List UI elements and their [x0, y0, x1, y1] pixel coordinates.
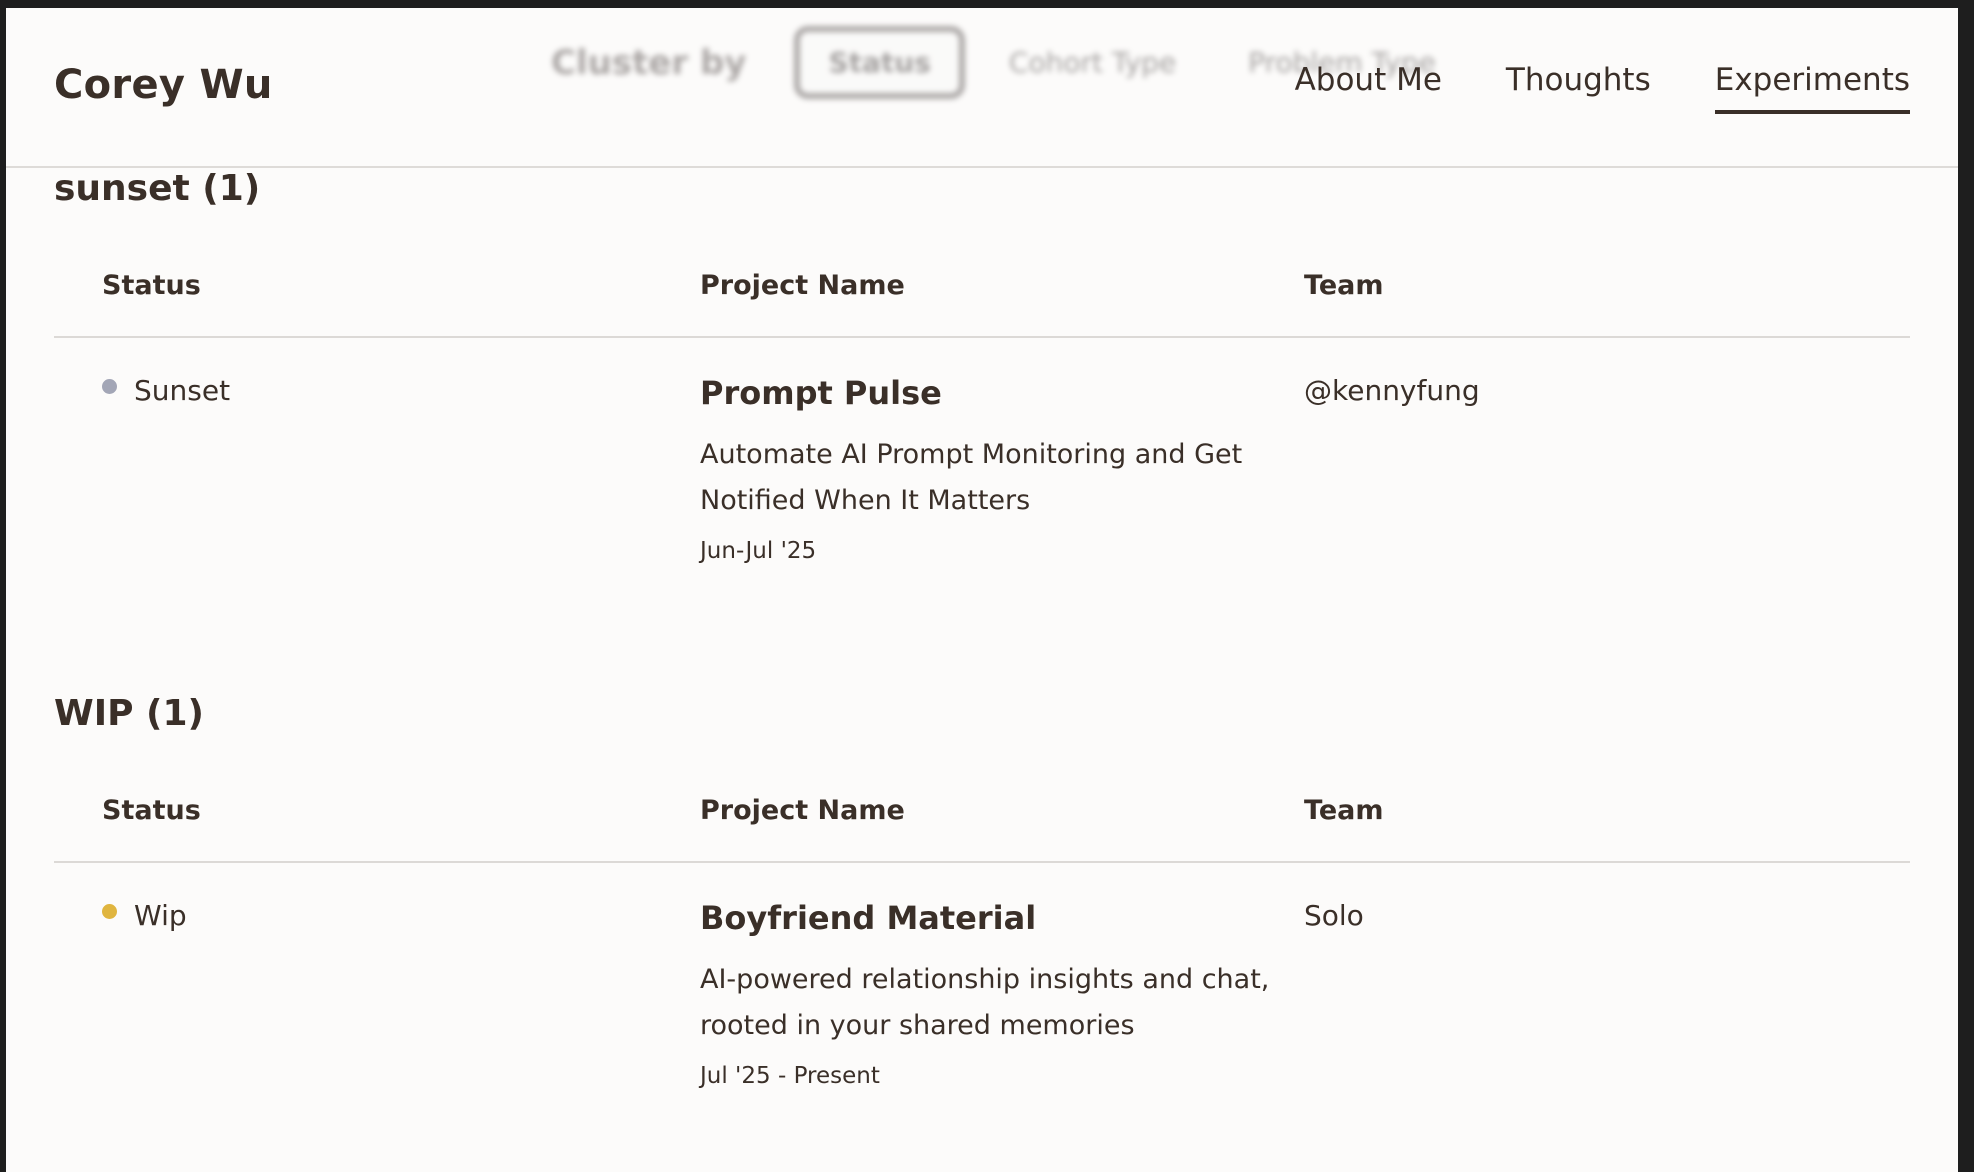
- group-title-sunset: sunset (1): [54, 168, 261, 209]
- project-description: Automate AI Prompt Monitoring and Get No…: [700, 439, 1243, 516]
- status-label: Sunset: [134, 374, 231, 407]
- nav-thoughts[interactable]: Thoughts: [1506, 62, 1651, 114]
- status-label: Wip: [134, 899, 187, 932]
- site-brand[interactable]: Corey Wu: [54, 62, 273, 108]
- cluster-option-cohort-type[interactable]: Cohort Type: [1009, 46, 1176, 79]
- header-status: Status: [102, 795, 201, 826]
- project-title[interactable]: Prompt Pulse: [700, 374, 1290, 412]
- group-title-wip: WIP (1): [54, 693, 204, 734]
- status-cell: Sunset: [102, 374, 230, 407]
- header-team: Team: [1304, 795, 1384, 826]
- status-cell: Wip: [102, 899, 187, 932]
- page-frame: Corey Wu Cluster by Status Cohort Type P…: [6, 8, 1958, 1172]
- project-description: AI-powered relationship insights and cha…: [700, 964, 1270, 1041]
- status-dot-icon: [102, 379, 117, 394]
- header-project-name: Project Name: [700, 270, 905, 301]
- projects-table-wip: Status Project Name Team Wip Boyfriend M…: [54, 755, 1910, 1123]
- project-cell: Prompt Pulse Automate AI Prompt Monitori…: [700, 374, 1290, 564]
- project-date: Jun-Jul '25: [700, 538, 817, 564]
- header-status: Status: [102, 270, 201, 301]
- table-row[interactable]: Sunset Prompt Pulse Automate AI Prompt M…: [54, 338, 1910, 598]
- table-header: Status Project Name Team: [54, 755, 1910, 863]
- project-date: Jul '25 - Present: [700, 1063, 880, 1089]
- header-project-name: Project Name: [700, 795, 905, 826]
- header-team: Team: [1304, 270, 1384, 301]
- team-cell[interactable]: @kennyfung: [1304, 374, 1480, 407]
- main-nav: About Me Thoughts Experiments: [1295, 62, 1910, 114]
- project-cell: Boyfriend Material AI-powered relationsh…: [700, 899, 1290, 1089]
- projects-table-sunset: Status Project Name Team Sunset Prompt P…: [54, 230, 1910, 598]
- nav-experiments[interactable]: Experiments: [1714, 62, 1910, 114]
- site-header: Corey Wu Cluster by Status Cohort Type P…: [6, 8, 1958, 168]
- table-header: Status Project Name Team: [54, 230, 1910, 338]
- project-title[interactable]: Boyfriend Material: [700, 899, 1290, 937]
- team-cell: Solo: [1304, 899, 1364, 932]
- cluster-option-status[interactable]: Status: [794, 26, 965, 99]
- nav-about-me[interactable]: About Me: [1295, 62, 1442, 114]
- cluster-by-label: Cluster by: [551, 42, 747, 83]
- table-row[interactable]: Wip Boyfriend Material AI-powered relati…: [54, 863, 1910, 1123]
- status-dot-icon: [102, 904, 117, 919]
